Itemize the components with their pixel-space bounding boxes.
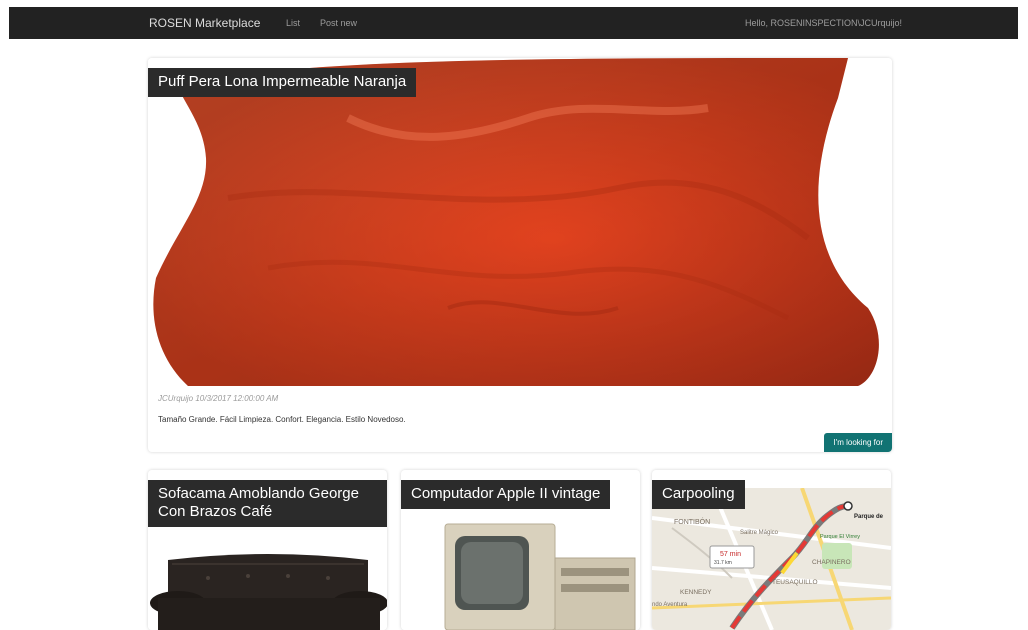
nav-link-post-new[interactable]: Post new <box>320 18 357 28</box>
listing-card-carpooling[interactable]: Carpooling 57 min 31.7 km FONTIBÓN Salit… <box>652 470 891 630</box>
featured-listing-image[interactable] <box>148 58 892 386</box>
listing-title[interactable]: Sofacama Amoblando George Con Brazos Caf… <box>148 480 387 527</box>
listing-description: Tamaño Grande. Fácil Limpieza. Confort. … <box>158 415 406 424</box>
map-thumbnail[interactable]: 57 min 31.7 km FONTIBÓN Salitre Mágico P… <box>652 488 891 630</box>
map-label-chapinero: CHAPINERO <box>812 559 851 566</box>
map-label-parque-virrey: Parque El Virrey <box>820 534 860 540</box>
route-map: 57 min 31.7 km FONTIBÓN Salitre Mágico P… <box>652 488 891 630</box>
computer-illustration <box>401 488 640 630</box>
nav-link-list[interactable]: List <box>286 18 300 28</box>
listing-card-sofa[interactable]: Sofacama Amoblando George Con Brazos Caf… <box>148 470 387 630</box>
listing-card-computer[interactable]: Computador Apple II vintage <box>401 470 640 630</box>
map-label-salitre: Salitre Mágico <box>740 530 779 536</box>
top-navbar: ROSEN Marketplace List Post new Hello, R… <box>9 7 1018 39</box>
map-label-fontibon: FONTIBÓN <box>674 517 710 526</box>
brand-link[interactable]: ROSEN Marketplace <box>149 16 260 30</box>
featured-listing-title[interactable]: Puff Pera Lona Impermeable Naranja <box>148 68 417 97</box>
listing-title[interactable]: Carpooling <box>652 480 745 509</box>
beanbag-image <box>153 58 879 386</box>
route-distance-label: 31.7 km <box>714 560 732 566</box>
map-label-aventura: ndo Aventura <box>652 602 688 608</box>
looking-for-button[interactable]: I'm looking for <box>824 433 892 452</box>
listing-title[interactable]: Computador Apple II vintage <box>401 480 611 509</box>
route-time-label: 57 min <box>720 551 741 558</box>
featured-listing-card[interactable]: Puff Pera Lona Impermeable Naranja JCUrq… <box>148 58 892 452</box>
user-greeting[interactable]: Hello, ROSENINSPECTION\JCUrquijo! <box>745 18 902 28</box>
map-label-teusaquillo: TEUSAQUILLO <box>772 579 818 586</box>
map-label-kennedy: KENNEDY <box>680 589 712 596</box>
map-label-parque-de: Parque de <box>854 514 884 520</box>
listing-meta: JCUrquijo 10/3/2017 12:00:00 AM <box>158 394 279 403</box>
computer-image[interactable] <box>401 488 640 630</box>
